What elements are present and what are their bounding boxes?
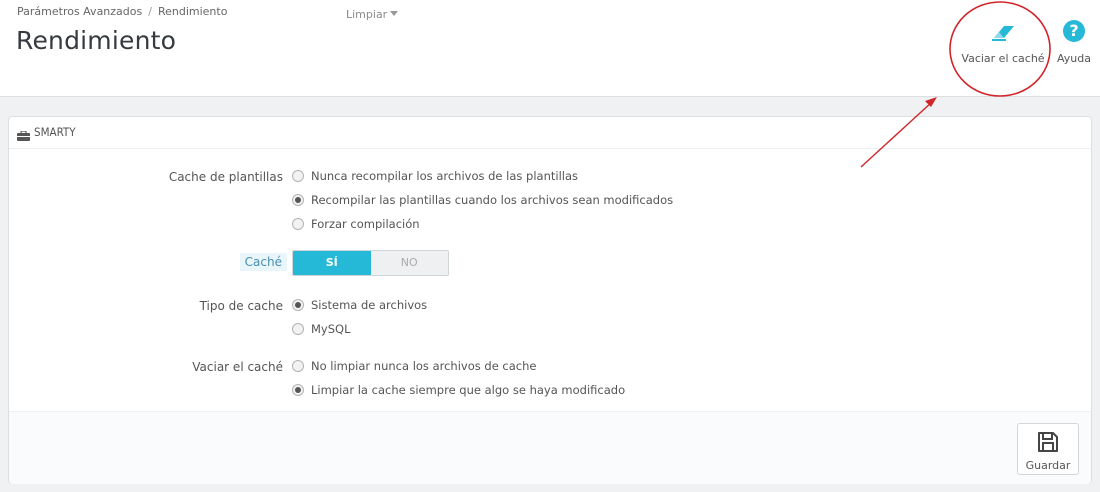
cache-type-label: Tipo de cache bbox=[199, 299, 283, 313]
smarty-panel: SMARTY Cache de plantillas Nunca recompi… bbox=[8, 116, 1092, 484]
floppy-disk-icon bbox=[1018, 430, 1078, 457]
cache-type-option-filesystem[interactable]: Sistema de archivos bbox=[292, 298, 427, 312]
radio-button-selected[interactable] bbox=[292, 194, 304, 206]
cache-toggle[interactable]: SÍ NO bbox=[292, 250, 449, 276]
option-label: Limpiar la cache siempre que algo se hay… bbox=[311, 383, 626, 397]
annotation-arrow-head bbox=[925, 97, 937, 107]
radio-button[interactable] bbox=[292, 218, 304, 230]
clear-dropdown[interactable]: Limpiar bbox=[346, 8, 399, 21]
option-label: Forzar compilación bbox=[311, 217, 420, 231]
cache-toggle-no[interactable]: NO bbox=[370, 251, 448, 275]
radio-button[interactable] bbox=[292, 323, 304, 335]
clear-dropdown-label: Limpiar bbox=[346, 8, 388, 21]
panel-heading-text: SMARTY bbox=[34, 125, 76, 139]
cache-label: Caché bbox=[239, 253, 287, 271]
panel-footer: Guardar bbox=[9, 411, 1091, 484]
page-title: Rendimiento bbox=[16, 26, 177, 55]
radio-button[interactable] bbox=[292, 360, 304, 372]
clear-cache-label: Vaciar el caché bbox=[961, 52, 1045, 65]
option-label: Recompilar las plantillas cuando los arc… bbox=[311, 193, 674, 207]
briefcase-icon bbox=[17, 126, 30, 145]
cache-type-option-mysql[interactable]: MySQL bbox=[292, 322, 351, 336]
question-circle-icon: ? bbox=[1052, 20, 1096, 46]
option-label: Nunca recompilar los archivos de las pla… bbox=[311, 169, 579, 183]
cache-toggle-yes[interactable]: SÍ bbox=[293, 251, 371, 275]
help-button[interactable]: ? Ayuda bbox=[1052, 20, 1096, 65]
clear-cache-option-never[interactable]: No limpiar nunca los archivos de cache bbox=[292, 359, 537, 373]
breadcrumb-item-performance: Rendimiento bbox=[157, 5, 228, 18]
clear-cache-button[interactable]: Vaciar el caché bbox=[958, 20, 1048, 65]
radio-button[interactable] bbox=[292, 170, 304, 182]
clear-cache-field-label: Vaciar el caché bbox=[192, 360, 283, 374]
radio-button-selected[interactable] bbox=[292, 384, 304, 396]
template-cache-option-force[interactable]: Forzar compilación bbox=[292, 217, 420, 231]
help-glyph: ? bbox=[1063, 20, 1085, 42]
save-button[interactable]: Guardar bbox=[1017, 423, 1079, 475]
breadcrumb: Parámetros Avanzados / Rendimiento bbox=[17, 5, 227, 18]
eraser-icon bbox=[958, 20, 1048, 46]
clear-cache-option-always[interactable]: Limpiar la cache siempre que algo se hay… bbox=[292, 383, 625, 397]
panel-heading: SMARTY bbox=[9, 117, 1091, 149]
option-label: MySQL bbox=[311, 322, 351, 336]
help-label: Ayuda bbox=[1057, 52, 1091, 65]
option-label: No limpiar nunca los archivos de cache bbox=[311, 359, 537, 373]
template-cache-label: Cache de plantillas bbox=[168, 170, 283, 184]
template-cache-option-recompile[interactable]: Recompilar las plantillas cuando los arc… bbox=[292, 193, 673, 207]
breadcrumb-item-advanced-params[interactable]: Parámetros Avanzados bbox=[17, 5, 142, 18]
breadcrumb-separator: / bbox=[148, 5, 152, 18]
save-label: Guardar bbox=[1025, 459, 1071, 472]
radio-button-selected[interactable] bbox=[292, 299, 304, 311]
page-header: Parámetros Avanzados / Rendimiento Rendimi… bbox=[0, 0, 1100, 97]
option-label: Sistema de archivos bbox=[311, 298, 428, 312]
caret-down-icon bbox=[390, 11, 399, 16]
template-cache-option-never[interactable]: Nunca recompilar los archivos de las pla… bbox=[292, 169, 578, 183]
